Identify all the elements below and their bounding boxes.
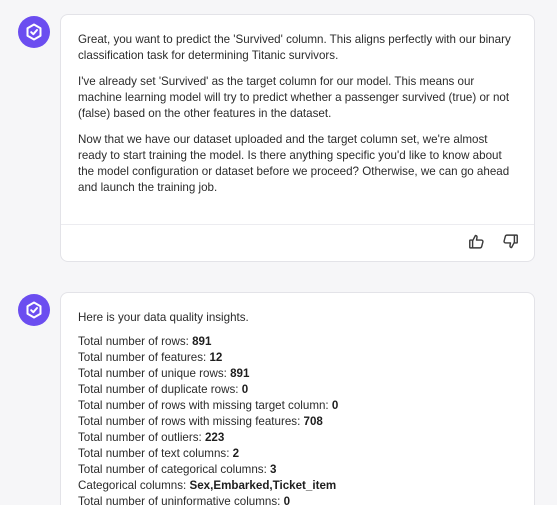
- thumbs-up-button[interactable]: [466, 234, 486, 254]
- stat-label: Categorical columns:: [78, 479, 190, 492]
- stat-label: Total number of unique rows:: [78, 367, 231, 380]
- stat-label: Total number of rows with missing target…: [78, 399, 332, 412]
- stat-value: 891: [230, 367, 250, 380]
- assistant-message: Here is your data quality insights. Tota…: [60, 292, 535, 505]
- insights-intro: Here is your data quality insights.: [78, 311, 249, 324]
- stat-row: Total number of features: 12: [78, 350, 517, 366]
- stat-row: Total number of outliers: 223: [78, 430, 517, 446]
- stat-row: Total number of unique rows: 891: [78, 366, 517, 382]
- message-content: Here is your data quality insights. Tota…: [61, 293, 534, 505]
- message-paragraph: Great, you want to predict the 'Survived…: [78, 33, 511, 62]
- message-paragraph: I've already set 'Survived' as the targe…: [78, 75, 510, 120]
- stat-row: Total number of duplicate rows: 0: [78, 382, 517, 398]
- message-content: Great, you want to predict the 'Survived…: [61, 15, 534, 196]
- stat-value: 891: [192, 335, 212, 348]
- stat-row: Categorical columns: Sex,Embarked,Ticket…: [78, 478, 517, 494]
- stat-label: Total number of rows with missing featur…: [78, 415, 304, 428]
- stat-row: Total number of categorical columns: 3: [78, 462, 517, 478]
- stat-row: Total number of text columns: 2: [78, 446, 517, 462]
- stat-value: 3: [270, 463, 277, 476]
- stat-label: Total number of outliers:: [78, 431, 205, 444]
- stat-row: Total number of rows: 891: [78, 334, 517, 350]
- thumbs-down-button[interactable]: [500, 233, 520, 255]
- stat-label: Total number of features:: [78, 351, 210, 364]
- assistant-logo-icon: [25, 23, 43, 41]
- stat-label: Total number of categorical columns:: [78, 463, 271, 476]
- stat-row: Total number of rows with missing target…: [78, 398, 517, 414]
- stat-value: 2: [232, 447, 240, 460]
- stat-label: Total number of duplicate rows:: [78, 383, 242, 396]
- stat-value: 0: [283, 495, 291, 505]
- stat-value: 223: [204, 431, 225, 444]
- stat-value: Sex,Embarked,Ticket_item: [189, 479, 337, 492]
- stat-value: 0: [241, 383, 249, 396]
- thumbs-down-icon: [502, 233, 519, 255]
- stat-label: Total number of rows:: [78, 335, 193, 348]
- stat-label: Total number of uninformative columns:: [78, 495, 284, 505]
- assistant-avatar: [18, 16, 50, 48]
- stat-value: 708: [303, 415, 323, 428]
- stat-row: Total number of uninformative columns: 0: [78, 494, 517, 505]
- chat-thread: Great, you want to predict the 'Survived…: [0, 0, 557, 505]
- stat-row: Total number of rows with missing featur…: [78, 414, 517, 430]
- assistant-message: Great, you want to predict the 'Survived…: [60, 14, 535, 262]
- message-paragraph: Now that we have our dataset uploaded an…: [78, 133, 510, 194]
- thumbs-up-icon: [468, 233, 485, 255]
- stat-value: 0: [331, 399, 339, 412]
- feedback-bar: [61, 224, 534, 262]
- stat-label: Total number of text columns:: [78, 447, 233, 460]
- assistant-avatar: [18, 294, 50, 326]
- stat-value: 12: [209, 351, 223, 364]
- assistant-logo-icon: [25, 301, 43, 319]
- data-quality-stats: Total number of rows: 891 Total number o…: [78, 334, 517, 505]
